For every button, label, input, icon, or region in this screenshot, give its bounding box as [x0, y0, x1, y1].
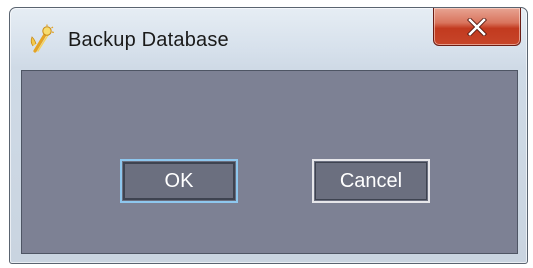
title-bar[interactable]: Backup Database	[10, 8, 527, 64]
app-icon	[26, 24, 56, 54]
ok-button-label: OK	[164, 169, 194, 192]
close-button[interactable]	[433, 8, 521, 46]
dialog-content: OK Cancel	[21, 70, 518, 254]
database-wand-icon	[30, 24, 54, 53]
ok-button[interactable]: OK	[120, 159, 238, 203]
cancel-button[interactable]: Cancel	[312, 159, 430, 203]
backup-database-dialog: Backup Database OK Cancel	[9, 7, 528, 264]
cancel-button-label: Cancel	[339, 169, 403, 192]
close-icon	[467, 17, 487, 36]
window-title: Backup Database	[68, 29, 229, 51]
